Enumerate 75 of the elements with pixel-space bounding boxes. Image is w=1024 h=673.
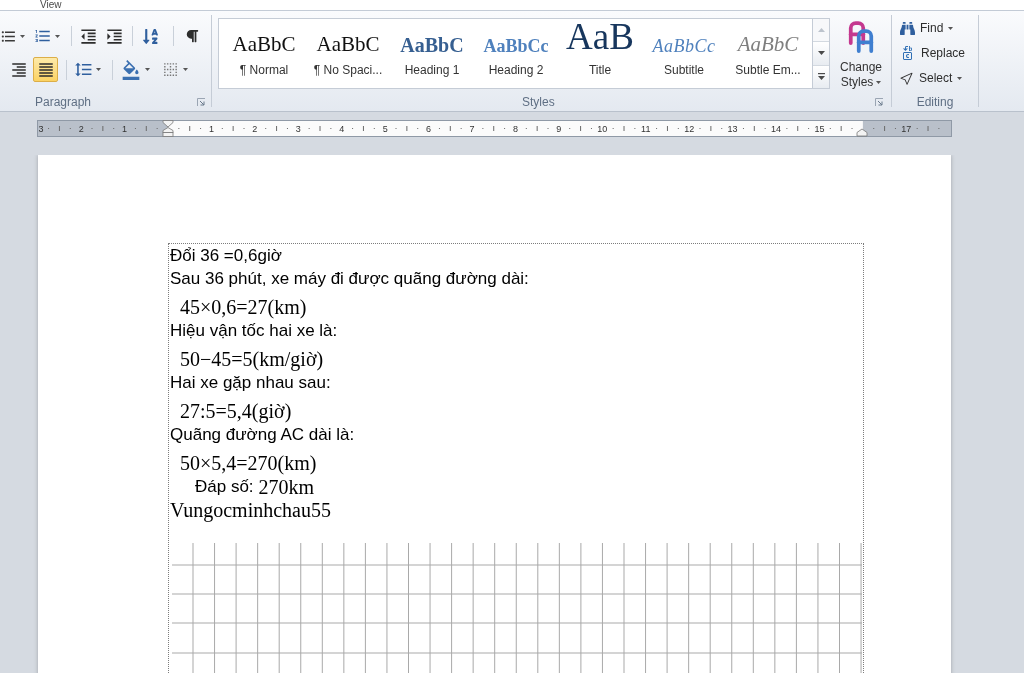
text-line: Hai xe gặp nhau sau: xyxy=(170,372,331,393)
group-label: Styles xyxy=(521,95,555,109)
math-expression: 50×5,4=270(km) xyxy=(180,452,317,475)
caret-up-icon xyxy=(817,28,825,33)
paint-bucket-icon[interactable] xyxy=(121,59,141,80)
ruler-number: 6 xyxy=(426,124,432,134)
text-line: Đổi 36 =0,6giờ xyxy=(170,245,282,266)
ruler-number: 2 xyxy=(252,124,258,134)
indent-markers-icon[interactable] xyxy=(162,120,174,137)
caret-icon[interactable] xyxy=(55,34,60,38)
math-expression: 45×0,6=27(km) xyxy=(180,296,307,319)
numbered-list-icon[interactable] xyxy=(34,27,52,45)
justify-button[interactable] xyxy=(33,57,58,82)
style-option[interactable]: AaBbCc Subtitle xyxy=(642,19,726,87)
justify-icon xyxy=(36,60,55,79)
replace-button[interactable]: Replace xyxy=(900,44,966,62)
caret-icon[interactable] xyxy=(96,68,101,71)
ruler-number: 13 xyxy=(727,124,738,134)
text-line: Sau 36 phút, xe máy đi được quãng đường dài: xyxy=(170,268,529,289)
pilcrow-icon[interactable] xyxy=(185,29,199,43)
ruler-number: 10 xyxy=(597,124,608,134)
ruler-number: 7 xyxy=(469,124,475,134)
ruler-number: 9 xyxy=(556,124,562,134)
binoculars-icon xyxy=(900,20,915,36)
author-signature: Vungocminhchau55 xyxy=(170,498,331,521)
dialog-launcher-icon[interactable] xyxy=(875,98,883,106)
dotted-border-icon[interactable] xyxy=(162,61,179,78)
ruler-number: 1 xyxy=(122,124,128,134)
style-option[interactable]: AaB Title xyxy=(558,19,642,87)
math-expression: 50−45=5(km/giờ) xyxy=(180,348,324,371)
ruler-number: 3 xyxy=(295,124,301,134)
ruler-number: 4 xyxy=(339,124,345,134)
style-option[interactable]: AaBbC Heading 1 xyxy=(390,19,474,87)
decrease-indent-icon[interactable] xyxy=(79,26,98,46)
group-label: Paragraph xyxy=(34,95,92,109)
caret-icon[interactable] xyxy=(20,34,25,38)
increase-indent-icon[interactable] xyxy=(105,26,124,46)
change-styles-button[interactable]: Change Styles xyxy=(834,18,888,90)
find-button[interactable]: Find xyxy=(900,19,954,37)
line-spacing-icon[interactable] xyxy=(74,60,93,79)
group-label: Editing xyxy=(916,95,954,109)
ruler-number: 15 xyxy=(814,124,825,134)
caret-icon[interactable] xyxy=(948,26,954,30)
ruler-number: 12 xyxy=(684,124,695,134)
ruler-number: 11 xyxy=(641,124,651,134)
ruler-number: 17 xyxy=(901,124,912,134)
caret-icon[interactable] xyxy=(876,81,882,85)
sort-az-icon[interactable] xyxy=(142,27,159,45)
more-icon xyxy=(817,73,825,81)
style-option[interactable]: AaBbC ¶ Normal xyxy=(222,19,306,87)
ruler-number: 2 xyxy=(78,124,84,134)
ribbon-tab[interactable]: View xyxy=(40,0,62,10)
ruler-number: 3 xyxy=(38,124,44,134)
text-line: Hiệu vận tốc hai xe là: xyxy=(170,320,338,341)
ruler-number: 14 xyxy=(771,124,782,134)
right-indent-marker-icon[interactable] xyxy=(856,128,868,137)
ruler-number: 8 xyxy=(512,124,518,134)
cursor-arrow-icon xyxy=(900,71,914,85)
align-right-icon xyxy=(9,60,28,79)
caret-icon[interactable] xyxy=(183,68,188,71)
answer-label: Đáp số: xyxy=(195,476,254,497)
caret-icon[interactable] xyxy=(957,76,963,80)
answer-value: 270km xyxy=(258,475,315,498)
gallery-scroll-button[interactable] xyxy=(813,42,829,66)
style-option[interactable]: AaBbC ¶ No Spaci... xyxy=(306,19,390,87)
text-line: Quãng đường AC dài là: xyxy=(170,424,355,445)
style-option[interactable]: AaBbCc Heading 2 xyxy=(474,19,558,87)
ruler-number: 5 xyxy=(382,124,388,134)
select-button[interactable]: Select xyxy=(900,69,963,87)
dialog-launcher-icon[interactable] xyxy=(197,98,205,106)
ruler-number: 1 xyxy=(208,124,214,134)
math-expression: 27:5=5,4(giờ) xyxy=(180,400,292,423)
caret-icon[interactable] xyxy=(145,68,150,71)
style-option[interactable]: AaBbC Subtle Em... xyxy=(726,19,810,87)
caret-down-icon xyxy=(817,51,825,56)
